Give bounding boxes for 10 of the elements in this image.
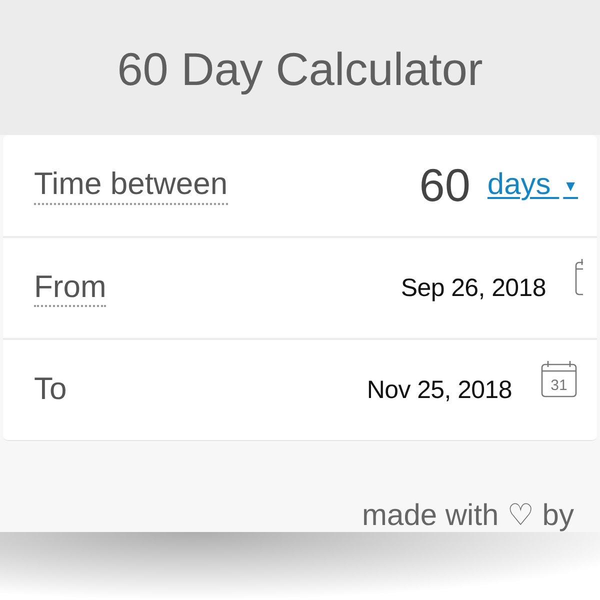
- calculator-title: 60 Day Calculator: [117, 42, 483, 98]
- date-field[interactable]: Sep 26, 2018: [400, 274, 546, 302]
- calendar-icon[interactable]: [575, 258, 583, 296]
- field-label: To: [34, 370, 67, 408]
- duration-field[interactable]: 60: [419, 160, 470, 211]
- credit-text: made with ♡ by: [362, 499, 574, 532]
- field-label[interactable]: Time between: [34, 166, 228, 205]
- field-label[interactable]: From: [34, 268, 106, 308]
- date-field[interactable]: Nov 25, 2018: [366, 376, 512, 404]
- unit-dropdown[interactable]: days ▼: [487, 168, 578, 203]
